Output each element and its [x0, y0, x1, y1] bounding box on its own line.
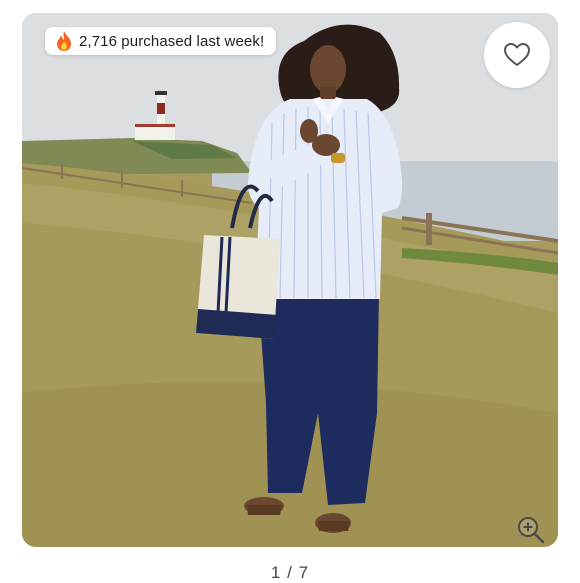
purchase-count-badge: 2,716 purchased last week!	[45, 27, 277, 55]
heart-outline-icon	[504, 43, 530, 66]
fire-icon	[57, 31, 71, 51]
pagination-separator: /	[287, 563, 293, 582]
zoom-button[interactable]	[516, 515, 546, 545]
product-photo-illustration	[22, 13, 558, 547]
pagination-current: 1	[270, 563, 282, 582]
zoom-in-icon	[518, 517, 545, 544]
product-photo[interactable]	[22, 13, 558, 547]
purchase-count-text: 2,716 purchased last week!	[79, 32, 265, 50]
like-button[interactable]	[484, 22, 550, 88]
pagination-total: 7	[298, 563, 310, 582]
image-pagination: 1 / 7	[0, 563, 580, 583]
